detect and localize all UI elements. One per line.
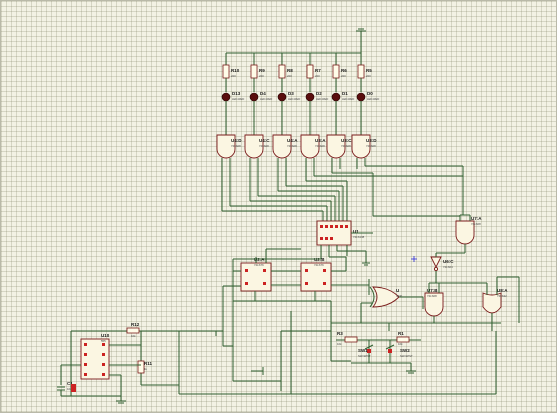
resistor[interactable] (357, 64, 365, 79)
led-type: LED-RED (288, 97, 300, 101)
right-gate-type: 74LS04 (443, 265, 453, 269)
led[interactable] (221, 92, 231, 102)
right-gate-type: 74LS08 (471, 222, 481, 226)
timer-part-value: 10k (131, 334, 136, 338)
timer-type: 555 (101, 339, 106, 343)
led-type: LED-RED (342, 97, 354, 101)
right-gate-name: U7:A (471, 216, 482, 221)
resistor[interactable] (278, 64, 286, 79)
timer-u10[interactable]: U10 555 (80, 333, 110, 380)
led-name: D1 (342, 91, 348, 96)
right-gate-type: 74LS08 (427, 294, 437, 298)
led-type: LED-RED (260, 97, 272, 101)
bottom-wires (156, 301, 497, 395)
schematic-svg[interactable]: R10 220 D13 LED-RED U4:D 74LS08 R9 220 D… (1, 1, 557, 413)
led[interactable] (249, 92, 259, 102)
resistor-name: R10 (231, 68, 240, 73)
switch-type: SW-SPST (358, 354, 371, 358)
timer-part-name: R11 (144, 361, 153, 366)
resistor[interactable] (306, 64, 314, 79)
led[interactable] (356, 92, 366, 102)
timer-section: U10 555 R12 10k R11 1k C1 10u (57, 322, 179, 404)
xor-gate[interactable]: U 4030 (369, 286, 403, 308)
resistor[interactable] (332, 64, 340, 79)
probe-marker (411, 256, 417, 262)
led-column: R8 220 D3 LED-RED U4:A 74LS08 (272, 53, 300, 191)
flipflop-type: 74LS76 (314, 263, 324, 267)
resistor-name: R8 (287, 68, 293, 73)
switch-section: R3 10k R1 10k SW1 SW-SPST SW2 SW-SPST (336, 323, 421, 374)
right-gate-type: 74LS32 (497, 294, 507, 298)
led-column: R6 220 D1 LED-RED U3:C 74LS08 (326, 53, 354, 173)
gate-type: 74LS08 (259, 144, 269, 148)
right-gate-name: U8:A (497, 288, 508, 293)
resistor-value: 220 (231, 74, 236, 78)
capacitor-marker (71, 384, 76, 392)
led-name: D4 (260, 91, 266, 96)
resistor-value: 220 (287, 74, 292, 78)
small-resistor-value: 10k (398, 342, 403, 346)
flipflop-u2b[interactable]: U2:B 74LS76 (300, 257, 332, 292)
timer-name: U10 (101, 333, 110, 338)
led-name: D13 (232, 91, 241, 96)
gate-name: U3:C (341, 138, 352, 143)
gate-type: 74LS08 (287, 144, 297, 148)
led-column: R10 220 D13 LED-RED U4:D 74LS08 (216, 53, 244, 211)
led-name: D3 (288, 91, 294, 96)
led[interactable] (305, 92, 315, 102)
top-rail (226, 28, 366, 54)
small-resistor-name: R3 (337, 331, 343, 336)
right-gate-name: U6:C (443, 259, 454, 264)
gate-name: U4:D (231, 138, 242, 143)
led[interactable] (331, 92, 341, 102)
resistor[interactable] (222, 64, 230, 79)
resistor-value: 220 (259, 74, 264, 78)
led-name: D2 (316, 91, 322, 96)
led-column: R5 220 D0 LED-RED U3:D 74LS08 (351, 53, 379, 169)
gate-name: U3:D (366, 138, 377, 143)
xor-name: U (396, 288, 399, 293)
led-columns: R10 220 D13 LED-RED U4:D 74LS08 R9 220 D… (216, 53, 379, 211)
schematic-canvas[interactable]: R10 220 D13 LED-RED U4:D 74LS08 R9 220 D… (0, 0, 557, 413)
flipflop-type: 74LS76 (254, 263, 264, 267)
small-resistor-value: 10k (337, 342, 342, 346)
gate-name: U4:A (287, 138, 298, 143)
led-type: LED-RED (316, 97, 328, 101)
gate-type: 74LS08 (315, 144, 325, 148)
switch-type: SW-SPST (400, 354, 413, 358)
resistor-r3[interactable] (344, 336, 358, 343)
right-gate-u6c[interactable]: U6:C 74LS04 (430, 256, 454, 272)
gate-type: 74LS08 (231, 144, 241, 148)
led-column: R9 220 D4 LED-RED U4:C 74LS08 (244, 53, 272, 201)
gate-type: 74LS08 (366, 144, 376, 148)
small-resistor-name: R1 (398, 331, 404, 336)
led-type: LED-RED (232, 97, 244, 101)
resistor-value: 220 (341, 74, 346, 78)
led-name: D0 (367, 91, 373, 96)
xor-wires (330, 296, 501, 324)
switch-name: SW2 (400, 348, 410, 353)
resistor[interactable] (250, 64, 258, 79)
led-type: LED-RED (367, 97, 379, 101)
resistor-name: R9 (259, 68, 265, 73)
timer-resistor-r12[interactable] (126, 327, 140, 334)
switch-name: SW1 (358, 348, 368, 353)
gate-name: U3:A (315, 138, 326, 143)
decoder-type: 74LS138 (353, 235, 365, 239)
timer-part-value: 1k (144, 367, 148, 371)
resistor-value: 220 (366, 74, 371, 78)
resistor-name: R5 (366, 68, 372, 73)
resistor-name: R7 (315, 68, 321, 73)
resistor-name: R6 (341, 68, 347, 73)
led[interactable] (277, 92, 287, 102)
gate-name: U4:C (259, 138, 270, 143)
right-gate-u7b[interactable]: U7:B 74LS08 (424, 288, 444, 317)
gate-type: 74LS08 (341, 144, 351, 148)
resistor-value: 220 (315, 74, 320, 78)
timer-part-name: R12 (131, 322, 140, 327)
led-column: R7 220 D2 LED-RED U3:A 74LS08 (300, 53, 328, 181)
timer-capacitor-c1[interactable] (57, 386, 65, 391)
